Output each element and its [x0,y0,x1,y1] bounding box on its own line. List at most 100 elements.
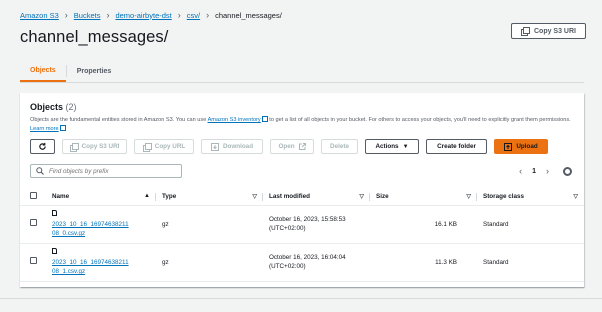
objects-description: Objects are the fundamental entities sto… [30,116,578,134]
last-modified-tz: (UTC+02:00) [269,225,306,232]
objects-toolbar: Copy S3 URI Copy URL Download Open Delet… [30,139,548,154]
current-page[interactable]: 1 [532,168,536,175]
upload-button[interactable]: Upload [494,139,548,154]
storage-class-cell: Standard [477,205,584,244]
column-type[interactable]: Type ▽ [156,189,263,206]
create-folder-label: Create folder [437,143,476,150]
previous-page-icon[interactable]: ‹ [519,166,522,176]
search-input[interactable] [49,167,174,175]
gear-icon[interactable] [563,166,572,176]
copy-url-button[interactable]: Copy URL [134,139,194,154]
refresh-icon [39,142,46,150]
last-modified-cell: October 16, 2023, 16:04:04 (UTC+02:00) [263,243,370,282]
object-name-line2: 08_1.csv.gz [52,268,86,275]
column-name[interactable]: Name ▲ [46,189,156,206]
next-page-icon[interactable]: › [546,166,549,176]
page-divider [0,298,602,299]
size-cell: 16.1 KB [370,205,477,244]
column-size[interactable]: Size ▽ [370,189,477,206]
objects-table: Name ▲ Type ▽ Last modified ▽ Size ▽ Storage… [20,189,584,282]
row-checkbox[interactable] [30,257,37,264]
page-title: channel_messages/ [20,28,169,46]
open-button[interactable]: Open [270,139,314,154]
actions-dropdown[interactable]: Actions ▼ [365,139,419,154]
chevron-right-icon: › [177,10,181,20]
chevron-right-icon: › [206,10,210,20]
actions-label: Actions [375,143,399,150]
column-last-modified-label: Last modified [269,193,310,201]
column-last-modified[interactable]: Last modified ▽ [263,189,370,206]
objects-panel: Objects (2) Objects are the fundamental … [20,93,584,287]
delete-button[interactable]: Delete [321,139,358,154]
download-button[interactable]: Download [201,139,263,154]
file-icon [52,248,57,254]
select-all-header [20,189,46,206]
external-link-icon [298,143,306,150]
type-cell: gz [156,205,263,244]
copy-icon [142,142,152,152]
objects-heading: Objects (2) [30,102,77,112]
objects-title: Objects [30,102,64,112]
chevron-right-icon: › [106,10,110,20]
create-folder-button[interactable]: Create folder [426,139,487,154]
object-name-line1: 2023_10_16_16974638211 [52,259,129,266]
sort-ascending-icon[interactable]: ▲ [144,193,150,199]
upload-label: Upload [516,143,538,150]
column-storage-class-label: Storage class [483,193,524,201]
pagination: ‹ 1 › [519,166,572,176]
learn-more-link[interactable]: Learn more [30,126,59,132]
caret-down-icon: ▼ [402,143,409,150]
breadcrumb-csv[interactable]: csv/ [187,11,200,20]
open-label: Open [278,143,295,150]
copy-s3-uri-toolbar-button[interactable]: Copy S3 URI [62,139,127,154]
inventory-link[interactable]: Amazon S3 inventory [208,117,261,123]
row-checkbox[interactable] [30,219,37,226]
column-type-label: Type [162,193,177,201]
last-modified-date: October 16, 2023, 15:58:53 [269,216,346,223]
upload-icon [504,142,513,151]
breadcrumb-buckets[interactable]: Buckets [74,11,101,20]
download-label: Download [222,143,254,150]
table-header-row: Name ▲ Type ▽ Last modified ▽ Size ▽ Storage… [20,189,584,206]
select-all-checkbox[interactable] [30,192,37,200]
tab-divider [20,82,584,83]
table-row[interactable]: 2023_10_16_16974638211 08_0.csv.gz gz Oct… [20,205,584,244]
delete-label: Delete [330,143,349,150]
refresh-button[interactable] [30,139,55,154]
copy-s3-uri-button[interactable]: Copy S3 URI [510,23,586,39]
last-modified-tz: (UTC+02:00) [269,263,306,270]
size-cell: 11.3 KB [370,243,477,282]
column-size-label: Size [376,193,389,201]
search-icon [36,167,44,175]
column-storage-class[interactable]: Storage class ▽ [477,189,584,206]
sort-icon[interactable]: ▽ [252,193,257,200]
tab-properties[interactable]: Properties [65,65,122,77]
sort-icon[interactable]: ▽ [573,193,578,200]
object-link[interactable]: 2023_10_16_16974638211 08_1.csv.gz [52,259,129,275]
copy-icon [69,142,79,152]
copy-s3-uri-label: Copy S3 URI [533,27,576,35]
storage-class-cell: Standard [477,243,584,282]
row-select-cell [20,205,46,244]
object-link[interactable]: 2023_10_16_16974638211 08_0.csv.gz [52,221,129,237]
sort-icon[interactable]: ▽ [466,193,471,200]
tab-objects[interactable]: Objects [20,61,66,82]
search-field[interactable] [30,164,182,178]
description-text: Objects are the fundamental entities sto… [30,117,208,123]
objects-count: (2) [65,102,77,112]
breadcrumb-amazon-s3[interactable]: Amazon S3 [20,11,59,20]
table-row[interactable]: 2023_10_16_16974638211 08_1.csv.gz gz Oct… [20,243,584,282]
column-name-label: Name [52,193,70,201]
sort-icon[interactable]: ▽ [359,193,364,200]
name-cell: 2023_10_16_16974638211 08_1.csv.gz [46,243,156,282]
object-name-line2: 08_0.csv.gz [52,230,86,237]
breadcrumb-bucket[interactable]: demo-airbyte-dst [115,11,171,20]
last-modified-date: October 16, 2023, 16:04:04 [269,254,346,261]
chevron-right-icon: › [64,10,68,20]
file-icon [52,210,57,216]
tab-bar: Objects Properties [20,61,121,82]
copy-icon [520,27,530,36]
download-icon [210,142,219,151]
type-cell: gz [156,243,263,282]
name-cell: 2023_10_16_16974638211 08_0.csv.gz [46,205,156,244]
